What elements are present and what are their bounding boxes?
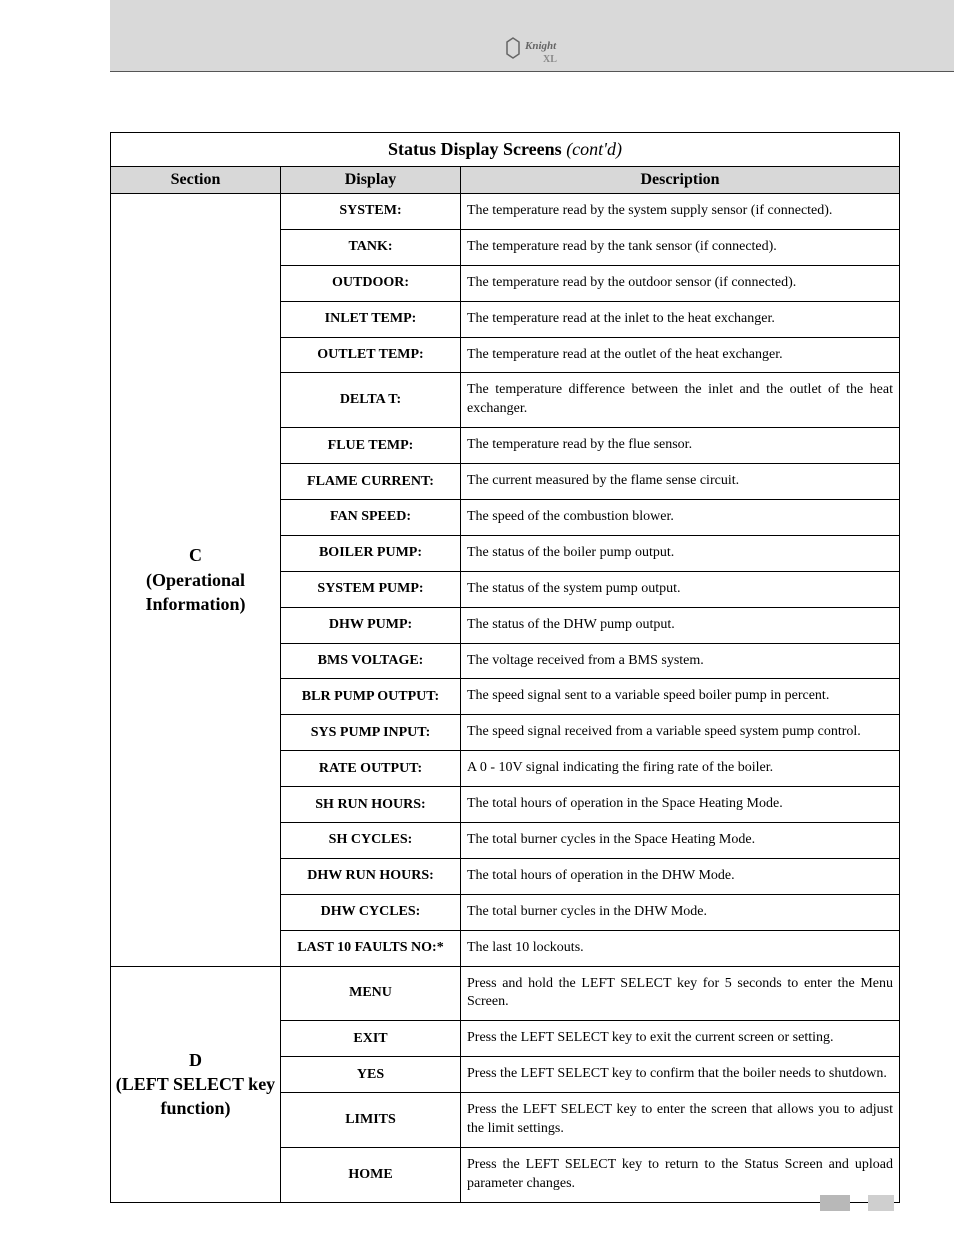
description-cell: The temperature read at the outlet of th…: [461, 337, 900, 373]
display-cell: SH RUN HOURS:: [281, 787, 461, 823]
display-cell: BMS VOLTAGE:: [281, 643, 461, 679]
display-cell: YES: [281, 1057, 461, 1093]
description-cell: Press and hold the LEFT SELECT key for 5…: [461, 966, 900, 1021]
display-cell: DHW RUN HOURS:: [281, 858, 461, 894]
table-title-contd: (cont'd): [566, 139, 622, 159]
section-label-line: (Operational Information): [112, 568, 279, 617]
description-cell: The status of the boiler pump output.: [461, 535, 900, 571]
section-cell: C(Operational Information): [111, 194, 281, 967]
col-header-description: Description: [461, 167, 900, 194]
display-cell: HOME: [281, 1147, 461, 1202]
description-cell: The temperature read by the flue sensor.: [461, 428, 900, 464]
section-cell: D(LEFT SELECT key function): [111, 966, 281, 1202]
description-cell: Press the LEFT SELECT key to confirm tha…: [461, 1057, 900, 1093]
display-cell: OUTLET TEMP:: [281, 337, 461, 373]
description-cell: The speed of the combustion blower.: [461, 500, 900, 536]
col-header-display: Display: [281, 167, 461, 194]
display-cell: OUTDOOR:: [281, 265, 461, 301]
display-cell: EXIT: [281, 1021, 461, 1057]
display-cell: BLR PUMP OUTPUT:: [281, 679, 461, 715]
display-cell: FLUE TEMP:: [281, 428, 461, 464]
display-cell: INLET TEMP:: [281, 301, 461, 337]
display-cell: MENU: [281, 966, 461, 1021]
description-cell: The status of the system pump output.: [461, 571, 900, 607]
page-content: Status Display Screens (cont'd) Section …: [0, 72, 954, 1233]
status-display-table: Status Display Screens (cont'd) Section …: [110, 132, 900, 1203]
display-cell: FAN SPEED:: [281, 500, 461, 536]
description-cell: Press the LEFT SELECT key to enter the s…: [461, 1093, 900, 1148]
table-row: C(Operational Information)SYSTEM:The tem…: [111, 194, 900, 230]
table-title-row: Status Display Screens (cont'd): [111, 133, 900, 167]
display-cell: RATE OUTPUT:: [281, 751, 461, 787]
section-label-line: (LEFT SELECT key function): [112, 1072, 279, 1121]
svg-text:XL: XL: [543, 54, 557, 65]
display-cell: SH CYCLES:: [281, 823, 461, 859]
display-cell: SYS PUMP INPUT:: [281, 715, 461, 751]
description-cell: The temperature read at the inlet to the…: [461, 301, 900, 337]
display-cell: LAST 10 FAULTS NO:*: [281, 930, 461, 966]
col-header-section: Section: [111, 167, 281, 194]
display-cell: BOILER PUMP:: [281, 535, 461, 571]
page-footer-marks: [820, 1195, 894, 1211]
display-cell: DHW CYCLES:: [281, 894, 461, 930]
description-cell: Press the LEFT SELECT key to return to t…: [461, 1147, 900, 1202]
description-cell: The current measured by the flame sense …: [461, 464, 900, 500]
description-cell: Press the LEFT SELECT key to exit the cu…: [461, 1021, 900, 1057]
description-cell: The temperature difference between the i…: [461, 373, 900, 428]
description-cell: The last 10 lockouts.: [461, 930, 900, 966]
svg-text:Knight: Knight: [524, 40, 557, 52]
display-cell: LIMITS: [281, 1093, 461, 1148]
display-cell: DELTA T:: [281, 373, 461, 428]
display-cell: TANK:: [281, 229, 461, 265]
display-cell: SYSTEM:: [281, 194, 461, 230]
section-label-line: D: [112, 1048, 279, 1072]
description-cell: The voltage received from a BMS system.: [461, 643, 900, 679]
table-header-row: Section Display Description: [111, 167, 900, 194]
table-title-text: Status Display Screens: [388, 139, 562, 159]
section-label-line: C: [112, 543, 279, 567]
display-cell: SYSTEM PUMP:: [281, 571, 461, 607]
description-cell: The total burner cycles in the Space Hea…: [461, 823, 900, 859]
display-cell: DHW PUMP:: [281, 607, 461, 643]
description-cell: The temperature read by the outdoor sens…: [461, 265, 900, 301]
description-cell: The speed signal received from a variabl…: [461, 715, 900, 751]
description-cell: A 0 - 10V signal indicating the firing r…: [461, 751, 900, 787]
table-title: Status Display Screens (cont'd): [111, 133, 900, 167]
description-cell: The total burner cycles in the DHW Mode.: [461, 894, 900, 930]
footer-bar-2: [868, 1195, 894, 1211]
footer-bar-1: [820, 1195, 850, 1211]
description-cell: The temperature read by the system suppl…: [461, 194, 900, 230]
brand-logo: Knight XL: [505, 36, 575, 66]
table-row: D(LEFT SELECT key function)MENUPress and…: [111, 966, 900, 1021]
display-cell: FLAME CURRENT:: [281, 464, 461, 500]
description-cell: The status of the DHW pump output.: [461, 607, 900, 643]
page-header-bar: Knight XL: [110, 0, 954, 72]
description-cell: The total hours of operation in the Spac…: [461, 787, 900, 823]
description-cell: The speed signal sent to a variable spee…: [461, 679, 900, 715]
description-cell: The total hours of operation in the DHW …: [461, 858, 900, 894]
description-cell: The temperature read by the tank sensor …: [461, 229, 900, 265]
